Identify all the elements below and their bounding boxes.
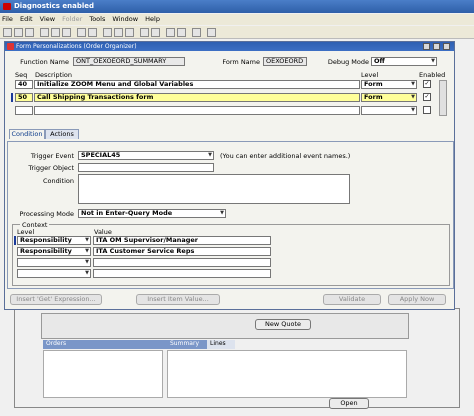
insert-item-value-button[interactable]: Insert Item Value... <box>136 294 220 305</box>
condition-label: Condition <box>42 177 74 185</box>
apply-now-button[interactable]: Apply Now <box>388 294 446 305</box>
rule-description[interactable] <box>34 106 360 115</box>
debug-mode-label: Debug Mode <box>327 58 369 66</box>
validate-button[interactable]: Validate <box>323 294 381 305</box>
trigger-event-field[interactable]: SPECIAL45 <box>78 151 214 160</box>
rule-enabled-checkbox[interactable]: ✓ <box>423 93 431 101</box>
rules-scrollbar[interactable] <box>439 80 447 116</box>
rule-level-select[interactable] <box>361 106 417 115</box>
level-header: Level <box>361 71 379 79</box>
insert-get-expression-button[interactable]: Insert 'Get' Expression... <box>10 294 102 305</box>
rule-seq[interactable] <box>15 106 33 115</box>
menu-folder: Folder <box>62 15 83 23</box>
orders-area <box>43 350 163 398</box>
menu-help[interactable]: Help <box>145 15 160 23</box>
help-icon[interactable] <box>207 28 216 37</box>
rule-description[interactable]: Call Shipping Transactions form <box>34 93 360 102</box>
trigger-event-hint: (You can enter additional event names.) <box>220 152 351 160</box>
save-icon[interactable] <box>14 28 23 37</box>
rule-level-select[interactable]: Form <box>361 93 417 102</box>
cut-icon[interactable] <box>103 28 112 37</box>
toolbar <box>0 26 474 39</box>
trigger-event-label: Trigger Event <box>30 152 74 160</box>
tab-condition[interactable]: Condition <box>9 129 45 139</box>
translations-icon[interactable] <box>192 28 201 37</box>
context-level-select[interactable] <box>17 258 91 267</box>
current-record-indicator <box>11 93 13 102</box>
context-value-field[interactable]: ITA OM Supervisor/Manager <box>93 236 271 245</box>
attachments-icon[interactable] <box>166 28 175 37</box>
new-quote-button[interactable]: New Quote <box>255 319 311 330</box>
context-value-field[interactable] <box>93 258 271 267</box>
find-icon[interactable] <box>62 28 71 37</box>
context-level-select[interactable]: Responsibility <box>17 247 91 256</box>
context-value-field[interactable] <box>93 269 271 278</box>
tab-orders[interactable]: Orders <box>43 340 171 349</box>
trigger-object-field[interactable] <box>78 163 214 172</box>
rule-enabled-checkbox[interactable]: ✓ <box>423 80 431 88</box>
open-icon[interactable] <box>3 28 12 37</box>
form-name-label: Form Name <box>222 58 260 66</box>
window-titlebar: Diagnostics enabled <box>0 0 474 13</box>
summary-area <box>167 350 407 398</box>
zoom-icon[interactable] <box>51 28 60 37</box>
description-header: Description <box>35 71 73 79</box>
processing-mode-select[interactable]: Not in Enter-Query Mode <box>78 209 226 218</box>
seq-header: Seq <box>15 71 28 79</box>
menu-bar: File Edit View Folder Tools Window Help <box>0 14 474 25</box>
print-icon[interactable] <box>25 28 34 37</box>
rule-seq[interactable]: 40 <box>15 80 33 89</box>
condition-textarea[interactable] <box>78 174 350 204</box>
rule-enabled-checkbox[interactable] <box>423 106 431 114</box>
rule-description[interactable]: Initialize ZOOM Menu and Global Variable… <box>34 80 360 89</box>
form-personalizations-titlebar: Form Personalizations (Order Organizer) <box>5 42 454 51</box>
close-icon[interactable] <box>443 43 450 50</box>
tab-actions[interactable]: Actions <box>45 129 79 139</box>
edit-field-icon[interactable] <box>151 28 160 37</box>
debug-mode-select[interactable]: Off <box>371 57 437 66</box>
form-name-field[interactable]: OEXOEORD <box>263 57 307 66</box>
form-title: Form Personalizations (Order Organizer) <box>16 43 137 50</box>
minimize-icon[interactable] <box>423 43 430 50</box>
condition-panel: Trigger Event SPECIAL45 (You can enter a… <box>7 141 454 289</box>
form-icon <box>7 43 14 50</box>
tab-summary[interactable]: Summary <box>167 340 207 349</box>
menu-tools[interactable]: Tools <box>89 15 105 23</box>
app-icon <box>3 3 11 10</box>
context-level-select[interactable]: Responsibility <box>17 236 91 245</box>
delete-record-icon[interactable] <box>88 28 97 37</box>
navigator-icon[interactable] <box>40 28 49 37</box>
order-organizer-window: New Quote Orders Summary Lines Open <box>14 308 460 409</box>
function-name-label: Function Name <box>20 58 69 66</box>
menu-edit[interactable]: Edit <box>20 15 33 23</box>
paste-icon[interactable] <box>125 28 134 37</box>
window-title: Diagnostics enabled <box>14 2 95 10</box>
trigger-object-label: Trigger Object <box>28 164 74 172</box>
context-level-select[interactable] <box>17 269 91 278</box>
rule-seq[interactable]: 50 <box>15 93 33 102</box>
context-current-indicator <box>14 236 16 245</box>
function-name-field[interactable]: ONT_OEXOEORD_SUMMARY <box>73 57 185 66</box>
context-value-field[interactable]: ITA Customer Service Reps <box>93 247 271 256</box>
enabled-header: Enabled <box>419 71 446 79</box>
copy-icon[interactable] <box>114 28 123 37</box>
clear-icon[interactable] <box>140 28 149 37</box>
folder-icon[interactable] <box>177 28 186 37</box>
menu-view[interactable]: View <box>40 15 55 23</box>
open-button[interactable]: Open <box>329 398 369 409</box>
new-record-icon[interactable] <box>77 28 86 37</box>
menu-file[interactable]: File <box>2 15 13 23</box>
processing-mode-label: Processing Mode <box>19 210 75 218</box>
menu-window[interactable]: Window <box>112 15 138 23</box>
tab-lines[interactable]: Lines <box>207 340 235 349</box>
context-value-header: Value <box>94 228 112 236</box>
context-level-header: Level <box>17 228 35 236</box>
maximize-icon[interactable] <box>433 43 440 50</box>
organizer-panel <box>41 313 409 339</box>
rule-level-select[interactable]: Form <box>361 80 417 89</box>
